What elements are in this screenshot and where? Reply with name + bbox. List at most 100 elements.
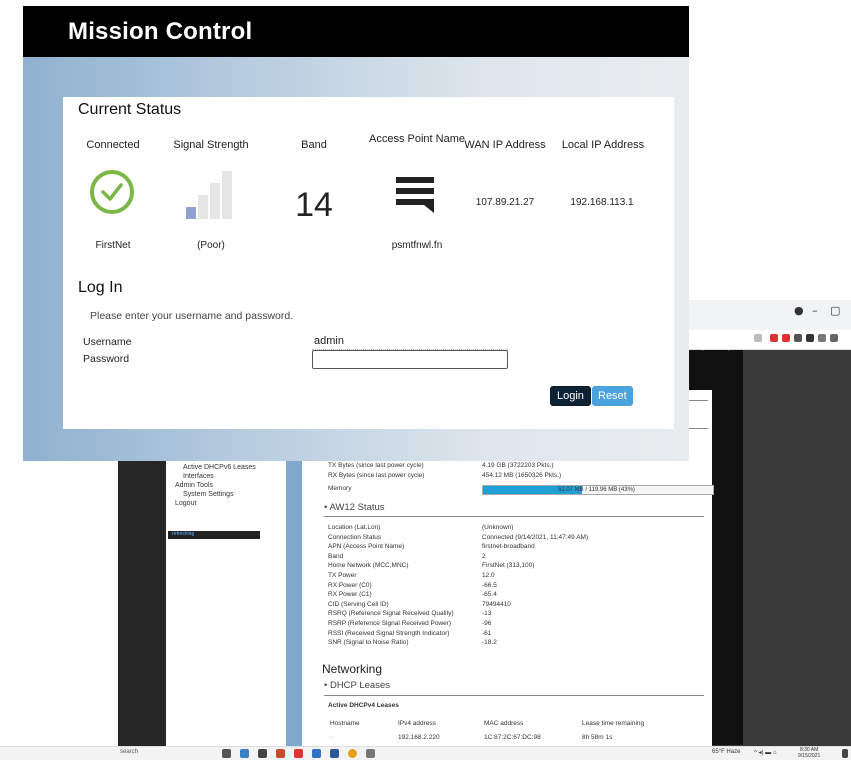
check-circle-icon xyxy=(90,170,134,214)
stat-value: 454.12 MB (1650326 Pkts.) xyxy=(482,472,562,479)
divider xyxy=(324,516,704,517)
notification-icon[interactable] xyxy=(842,749,848,758)
login-button[interactable]: Login xyxy=(550,386,591,406)
profile-icon[interactable] xyxy=(830,334,838,342)
login-prompt: Please enter your username and password. xyxy=(90,310,294,322)
weather-widget[interactable]: 65°F Haze xyxy=(712,749,740,755)
puzzle-icon[interactable] xyxy=(818,334,826,342)
dhcp-leases-heading: • DHCP Leases xyxy=(324,680,390,691)
col-wan-label: WAN IP Address xyxy=(464,139,546,151)
app-header: Mission Control xyxy=(23,6,689,57)
lease-col-ipv4: IPv4 address xyxy=(398,720,436,727)
lease-col-mac: MAC address xyxy=(484,720,524,727)
aw12-row-value: -66.5 xyxy=(482,581,497,589)
task-view-icon[interactable] xyxy=(222,749,231,758)
office-icon[interactable] xyxy=(276,749,285,758)
aw12-row-label: RX Power (C0) xyxy=(328,581,372,589)
store-icon[interactable] xyxy=(258,749,267,758)
col-local-label: Local IP Address xyxy=(561,139,645,151)
edge-icon[interactable] xyxy=(240,749,249,758)
lease-col-time: Lease time remaining xyxy=(582,720,645,727)
username-input[interactable] xyxy=(312,333,508,350)
pdf-extension-icon[interactable] xyxy=(782,334,790,342)
taskbar: search 65°F Haze ^ ◂) ▬ ⌂ 8:30 AM 9/15/2… xyxy=(0,746,851,760)
extension-icon[interactable] xyxy=(794,334,802,342)
sidebar-item-system-settings[interactable]: System Settings xyxy=(183,491,234,498)
col-signal-label: Signal Strength xyxy=(173,139,249,151)
reset-button[interactable]: Reset xyxy=(592,386,633,406)
signal-bar xyxy=(186,207,196,219)
aw12-row-label: RSRP (Reference Signal Received Power) xyxy=(328,620,452,627)
memory-progress-bar: 52.07 MB / 119.96 MB (43%) xyxy=(482,485,714,495)
aw12-row-label: Home Network (MCC,MNC) xyxy=(328,562,409,570)
local-ip-value: 192.168.113.1 xyxy=(570,197,634,208)
aw12-row-label: RSRQ (Reference Signal Received Quality) xyxy=(328,610,454,618)
aw12-row-value: FirstNet (313,100) xyxy=(482,562,535,570)
aw12-row-value: -18.2 xyxy=(482,639,497,647)
extension-icon[interactable] xyxy=(806,334,814,342)
col-connected-label: Connected xyxy=(86,139,140,151)
sidebar-item-logout[interactable]: Logout xyxy=(175,500,196,507)
lease-hostname: - xyxy=(330,734,333,741)
current-status-heading: Current Status xyxy=(78,101,182,118)
aw12-row-label: Connection Status xyxy=(328,533,382,541)
lease-ipv4: 192.168.2.220 xyxy=(398,734,440,741)
clock-date: 9/15/2021 xyxy=(798,753,821,759)
signal-bar xyxy=(210,183,220,219)
dhcpv4-leases-heading: Active DHCPv4 Leases xyxy=(328,702,399,709)
aw12-row-value: 2 xyxy=(482,552,486,560)
aw12-row-value: 79494410 xyxy=(482,600,511,608)
stat-label: RX Bytes (since last power cycle) xyxy=(328,472,425,479)
lease-time: 8h 58m 1s xyxy=(582,734,613,741)
aw12-row-value: 12.0 xyxy=(482,572,495,579)
aw12-row-value: Connected (9/14/2021, 11:47:49 AM) xyxy=(482,533,589,541)
mission-control-window: Mission Control Current Status Connected… xyxy=(23,6,689,461)
memory-label: Memory xyxy=(328,485,352,492)
sidebar-item-interfaces[interactable]: Interfaces xyxy=(183,473,214,480)
sidebar-item-dhcpv6[interactable]: Active DHCPv6 Leases xyxy=(183,464,256,471)
signal-value: (Poor) xyxy=(197,240,225,251)
col-band-label: Band xyxy=(301,139,327,151)
connected-value: FirstNet xyxy=(95,240,131,251)
maximize-icon[interactable]: ▢ xyxy=(830,304,840,317)
taskbar-search[interactable]: search xyxy=(120,749,138,755)
chrome-icon[interactable] xyxy=(348,749,357,758)
word-icon[interactable] xyxy=(330,749,339,758)
system-tray-icons[interactable]: ^ ◂) ▬ ⌂ xyxy=(754,749,776,756)
account-icon[interactable]: ● xyxy=(794,304,804,317)
refresh-label: refreshing xyxy=(172,531,195,537)
login-heading: Log In xyxy=(78,279,123,296)
outlook-icon[interactable] xyxy=(312,749,321,758)
app-title: Mission Control xyxy=(68,18,253,45)
pdf-icon[interactable] xyxy=(294,749,303,758)
settings-icon[interactable] xyxy=(366,749,375,758)
signal-bars-icon xyxy=(186,171,232,219)
aw12-row-value: (Unknown) xyxy=(482,524,514,531)
background-blue-stripe xyxy=(286,460,302,746)
signal-bar xyxy=(222,171,232,219)
extension-icon[interactable] xyxy=(770,334,778,342)
aw12-row-label: Location (Lat,Lon) xyxy=(328,524,381,531)
aw12-row-label: RSSI (Received Signal Strength Indicator… xyxy=(328,629,450,637)
password-input[interactable] xyxy=(312,350,508,369)
memory-progress-text: 52.07 MB / 119.96 MB (43%) xyxy=(558,487,635,493)
divider xyxy=(324,695,704,696)
background-left-margin xyxy=(118,460,166,746)
minimize-icon[interactable]: – xyxy=(812,304,818,317)
location-label: ion: (Unknown) xyxy=(690,345,731,351)
menu-flag-icon xyxy=(396,177,434,213)
clock[interactable]: 8:30 AM 9/15/2021 xyxy=(798,747,820,759)
background-sidebar: Active DHCPv6 Leases Interfaces Admin To… xyxy=(166,460,286,746)
aw12-row-value: -96 xyxy=(482,620,492,627)
star-icon[interactable] xyxy=(754,334,762,342)
sidebar-item-admin-tools[interactable]: Admin Tools xyxy=(175,482,213,489)
aw12-row-value: firstnet-broadband xyxy=(482,543,535,551)
aw12-row-label: APN (Access Point Name) xyxy=(328,543,405,551)
stat-value: 4.19 GB (3722203 Pkts.) xyxy=(482,462,554,469)
apn-value: psmtfnwl.fn xyxy=(391,240,443,251)
aw12-row-label: TX Power xyxy=(328,572,357,579)
aw12-row-label: RX Power (C1) xyxy=(328,591,372,599)
band-value: 14 xyxy=(295,186,333,224)
screen: ● – ▢ ion: (Unknown) Active DHCPv6 Lease… xyxy=(0,0,851,760)
lease-col-hostname: Hostname xyxy=(330,720,360,727)
